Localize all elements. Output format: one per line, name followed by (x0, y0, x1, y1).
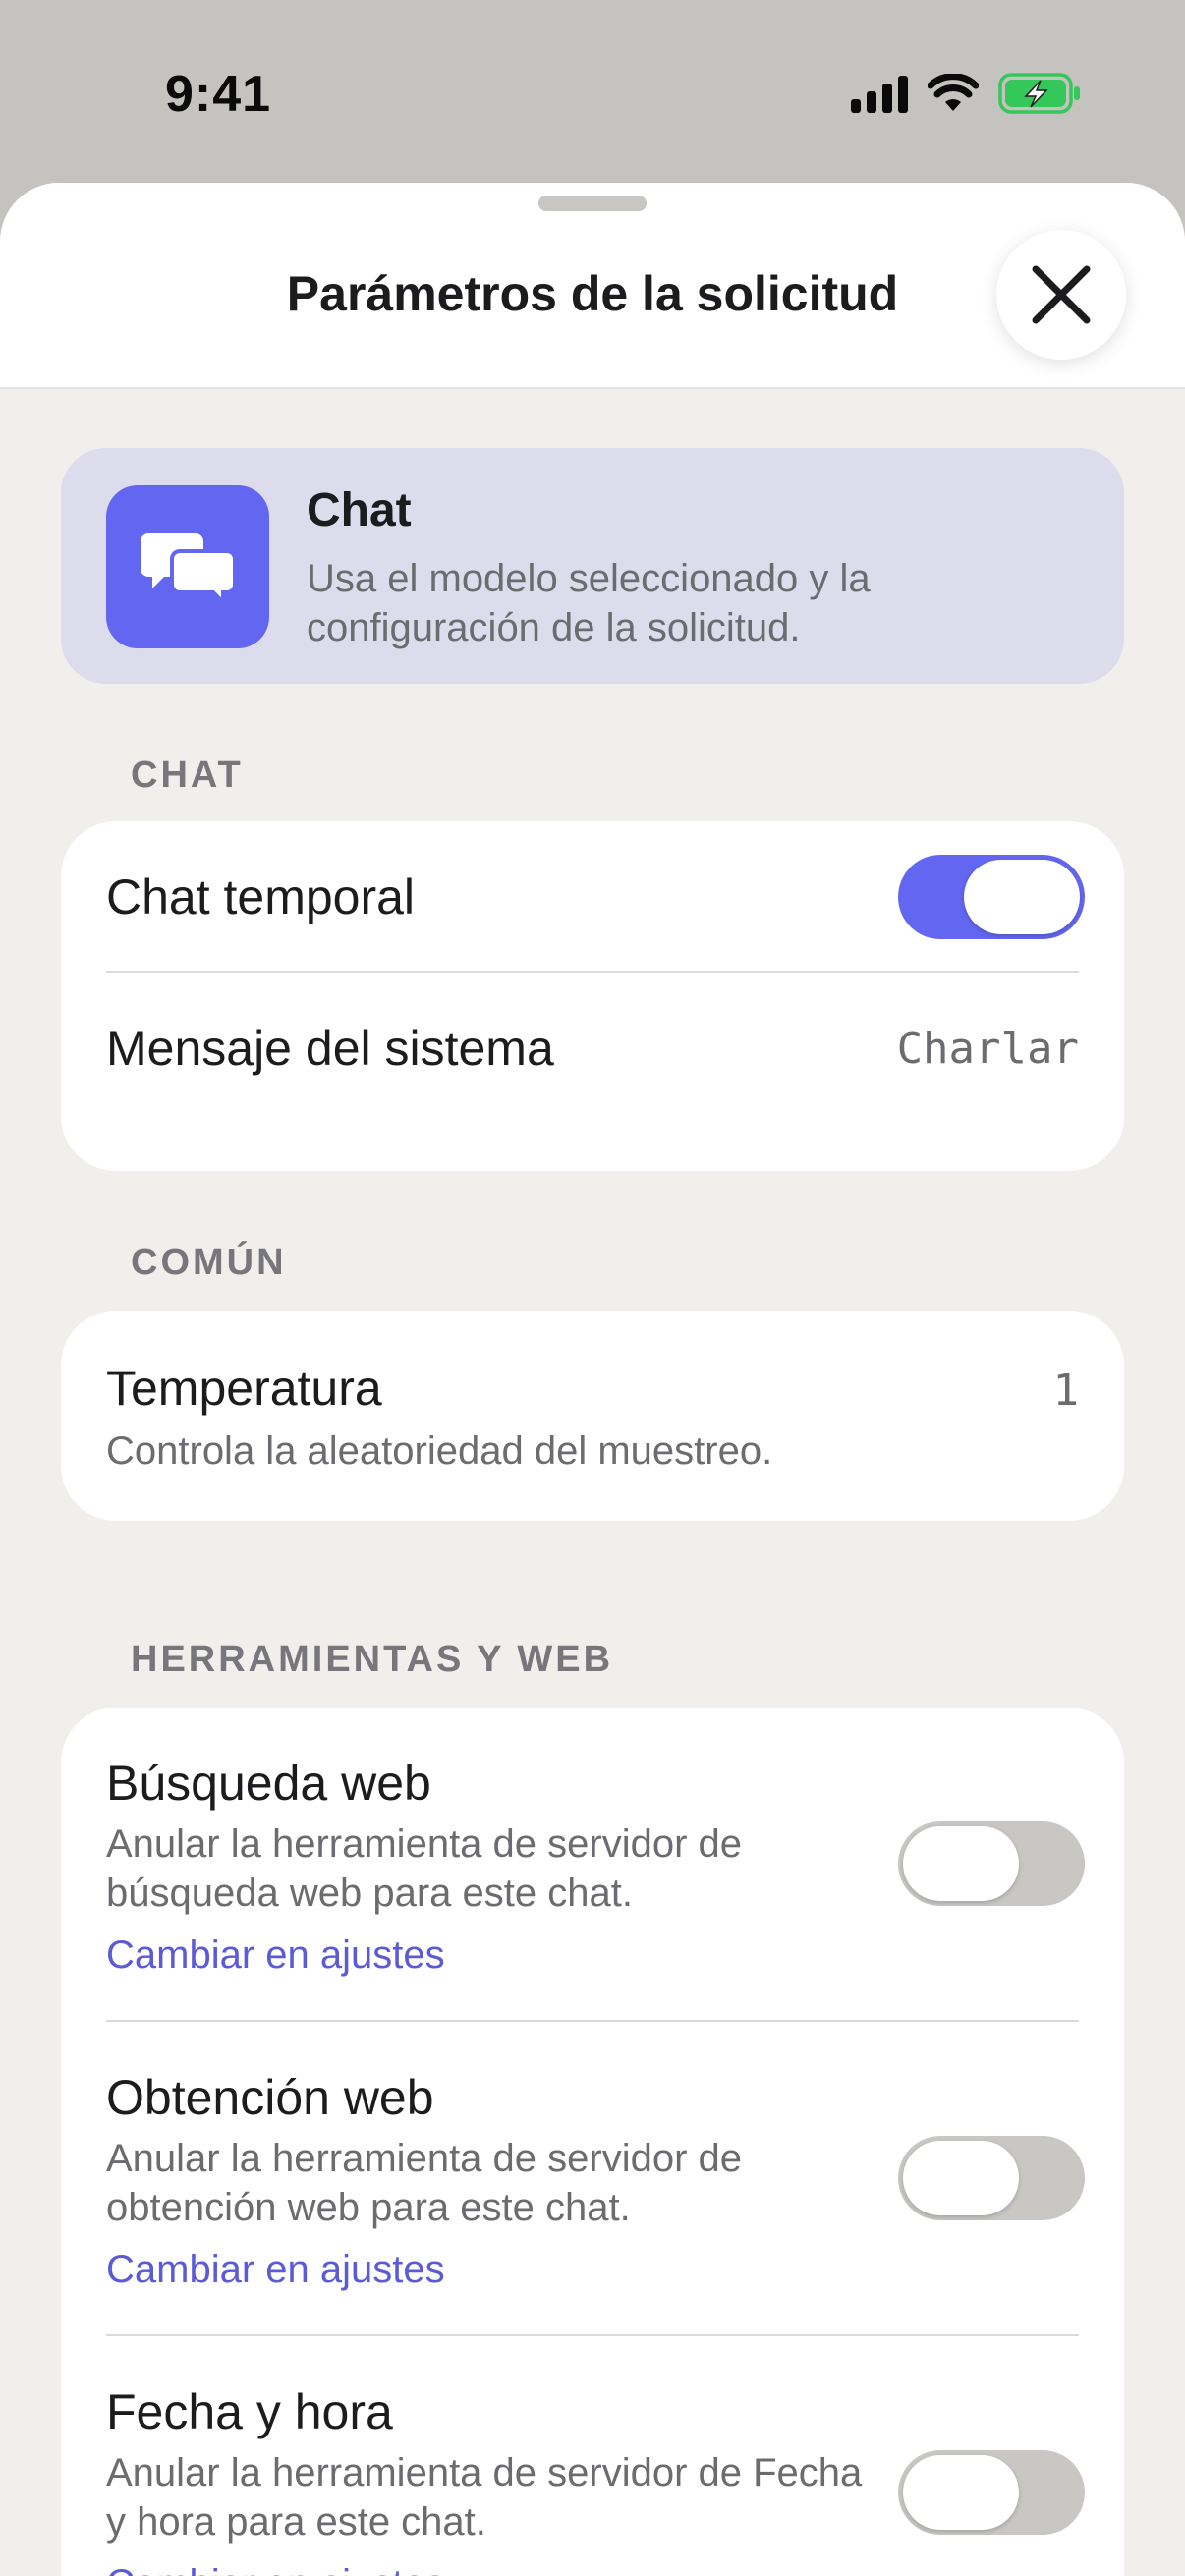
system-message-value: Charlar (896, 1024, 1079, 1074)
status-bar: 9:41 (0, 0, 1185, 187)
web-search-settings-link[interactable]: Cambiar en ajustes (106, 1933, 445, 1978)
date-time-toggle[interactable] (898, 2450, 1085, 2535)
chat-bubbles-icon (141, 533, 237, 604)
web-fetch-settings-link[interactable]: Cambiar en ajustes (106, 2248, 445, 2292)
close-icon (1032, 265, 1091, 324)
date-time-settings-link[interactable]: Cambiar en ajustes (106, 2562, 445, 2576)
cellular-signal-icon (851, 74, 908, 113)
toggle-knob (903, 2141, 1019, 2215)
system-message-row[interactable]: Mensaje del sistema Charlar (106, 973, 1079, 1171)
section-label-tools: HERRAMIENTAS Y WEB (131, 1639, 614, 1680)
web-fetch-description: Anular la herramienta de servidor de obt… (106, 2137, 743, 2229)
date-time-description: Anular la herramienta de servidor de Fec… (106, 2451, 863, 2544)
web-search-title: Búsqueda web (106, 1756, 431, 1811)
section-label-chat: CHAT (131, 755, 244, 796)
mode-title: Chat (307, 484, 412, 536)
temporary-chat-row[interactable]: Chat temporal (106, 821, 1085, 973)
mode-card[interactable]: Chat Usa el modelo seleccionado y la con… (61, 448, 1124, 684)
web-search-toggle[interactable] (898, 1821, 1085, 1906)
web-fetch-toggle[interactable] (898, 2136, 1085, 2220)
sheet-grabber[interactable] (538, 196, 647, 211)
sheet-header: Parámetros de la solicitud (0, 183, 1185, 389)
web-search-row[interactable]: Búsqueda web Anular la herramienta de se… (106, 1708, 1085, 2020)
temperature-value: 1 (1052, 1366, 1080, 1416)
status-time: 9:41 (165, 66, 272, 123)
web-fetch-row[interactable]: Obtención web Anular la herramienta de s… (106, 2022, 1085, 2334)
close-button[interactable] (996, 230, 1126, 360)
chat-settings-card: Chat temporal Mensaje del sistema Charla… (61, 821, 1124, 1171)
wifi-icon (928, 74, 979, 111)
battery-charging-icon (998, 73, 1080, 114)
temperature-label: Temperatura (106, 1361, 382, 1416)
request-parameters-sheet: Parámetros de la solicitud Chat Usa el m… (0, 183, 1185, 2576)
mode-icon-tile (106, 485, 269, 648)
temporary-chat-toggle[interactable] (898, 855, 1085, 939)
temperature-description: Controla la aleatoriedad del muestreo. (106, 1429, 773, 1473)
common-settings-card: Temperatura 1 Controla la aleatoriedad d… (61, 1311, 1124, 1521)
toggle-knob (964, 860, 1080, 934)
toggle-knob (903, 2455, 1019, 2530)
temporary-chat-label: Chat temporal (106, 869, 416, 924)
tools-settings-card: Búsqueda web Anular la herramienta de se… (61, 1708, 1124, 2576)
system-message-label: Mensaje del sistema (106, 1021, 554, 1076)
toggle-knob (903, 1826, 1019, 1901)
date-time-row[interactable]: Fecha y hora Anular la herramienta de se… (106, 2336, 1085, 2576)
date-time-title: Fecha y hora (106, 2384, 393, 2439)
status-icons (851, 73, 1083, 114)
temperature-row[interactable]: Temperatura 1 Controla la aleatoriedad d… (106, 1311, 1079, 1521)
web-search-description: Anular la herramienta de servidor de bús… (106, 1822, 743, 1915)
mode-description: Usa el modelo seleccionado y la configur… (307, 557, 871, 649)
section-label-common: COMÚN (131, 1242, 287, 1283)
web-fetch-title: Obtención web (106, 2070, 434, 2125)
